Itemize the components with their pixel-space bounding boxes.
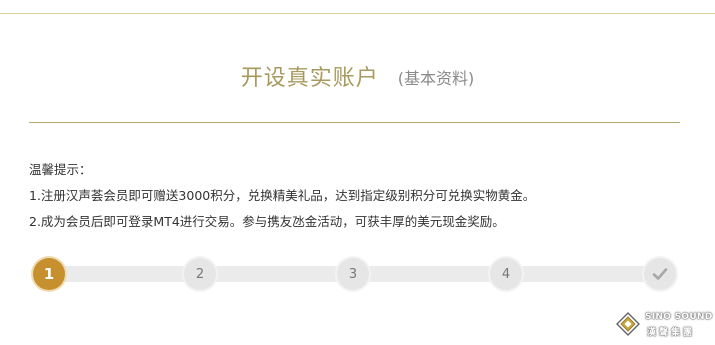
page-title: 开设真实账户 (240, 66, 379, 91)
step-2: 2 (184, 258, 216, 290)
step-4: 4 (490, 258, 522, 290)
notice-heading: 温馨提示： (29, 162, 92, 177)
watermark-brand-cn: 漢聲集團 (647, 328, 696, 338)
notice-panel: 温馨提示： 1.注册汉声荟会员即可赠送3000积分，兑换精美礼品，达到指定级别积… (29, 157, 689, 235)
watermark-logo: SINO SOUND 漢聲集團 (616, 309, 713, 339)
diamond-logo-icon (616, 312, 640, 336)
notice-line: 1.注册汉声荟会员即可赠送3000积分，兑换精美礼品，达到指定级别积分可兑换实物… (29, 188, 536, 203)
top-divider (0, 13, 715, 14)
section-divider (29, 122, 680, 123)
page-header: 开设真实账户 (基本资料) (0, 60, 715, 92)
progress-steps: 1 2 3 4 (33, 258, 676, 290)
step-complete (644, 258, 676, 290)
notice-line: 2.成为会员后即可登录MT4进行交易。参与携友氹金活动，可获丰厚的美元现金奖励。 (29, 214, 505, 229)
watermark-brand-en: SINO SOUND (645, 312, 713, 322)
step-1: 1 (33, 258, 65, 290)
page-subtitle: (基本资料) (397, 69, 475, 88)
check-icon (652, 268, 668, 280)
step-3: 3 (337, 258, 369, 290)
